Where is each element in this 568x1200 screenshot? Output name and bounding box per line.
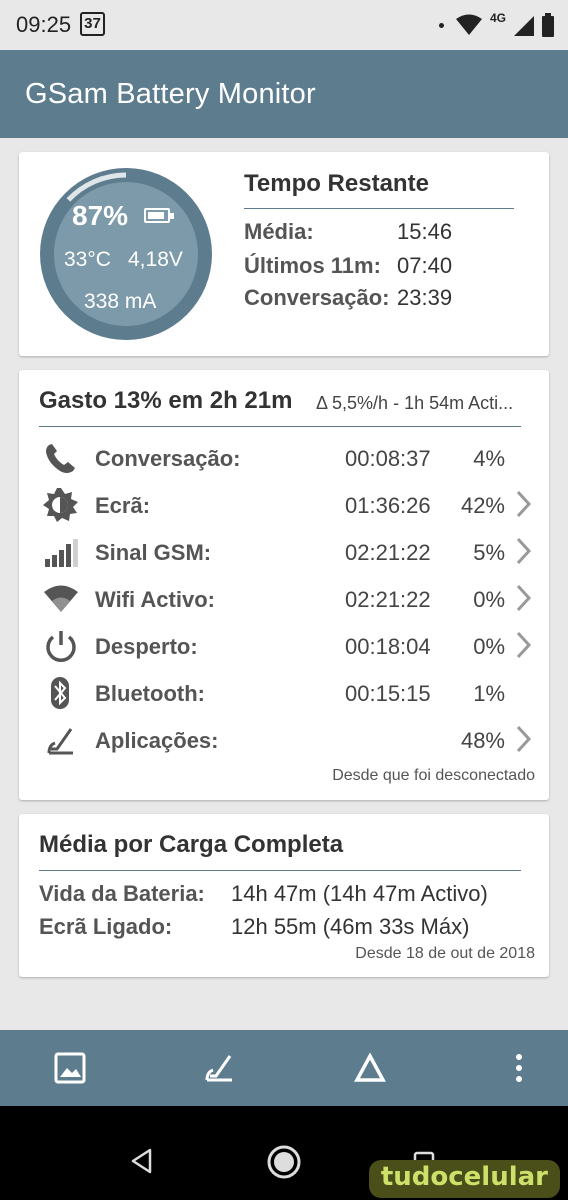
bottom-toolbar: [0, 1030, 568, 1106]
battery-current: 338 mA: [84, 290, 157, 313]
watermark-logo: tudocelular: [368, 1160, 560, 1198]
usage-time: 00:15:15: [345, 681, 431, 706]
signal-icon: [45, 539, 78, 567]
tempo-label: Últimos 11m:: [244, 253, 381, 278]
tempo-row: Últimos 11m: 07:40: [244, 253, 452, 279]
usage-label: Desperto:: [95, 634, 198, 659]
tempo-value: 15:46: [397, 219, 453, 244]
battery-temperature: 33°C: [64, 248, 111, 271]
app-bar: GSam Battery Monitor: [0, 50, 568, 138]
usage-percent: 1%: [473, 681, 505, 706]
tempo-label: Média:: [244, 219, 314, 244]
tempo-row: Média: 15:46: [244, 219, 452, 245]
usage-percent: 42%: [460, 493, 505, 518]
divider: [39, 426, 521, 427]
status-bar: 09:25 37 4G: [0, 0, 568, 50]
usage-row-desperto[interactable]: Desperto: 00:18:04 0%: [19, 622, 549, 669]
divider: [244, 208, 514, 209]
usage-time: 00:18:04: [345, 634, 431, 659]
usage-label: Bluetooth:: [95, 681, 205, 706]
usage-row-ecra[interactable]: Ecrã: 01:36:26 42%: [19, 481, 549, 528]
notification-dot-icon: [438, 22, 444, 28]
cell-signal-icon: [514, 16, 534, 36]
battery-summary-card[interactable]: 87% 33°C 4,18V 338 mA Tempo Restante Méd…: [19, 152, 549, 356]
usage-time: 00:08:37: [345, 446, 431, 471]
battery-icon: [144, 208, 174, 223]
media-carga-title: Média por Carga Completa: [39, 831, 344, 858]
usage-percent: 5%: [473, 540, 505, 565]
network-type: 4G: [489, 11, 506, 25]
chevron-right-icon[interactable]: [515, 536, 533, 566]
usage-row-conversacao[interactable]: Conversação: 00:08:37 4%: [19, 434, 549, 481]
system-nav-bar: tudocelular: [0, 1106, 568, 1200]
tempo-restante-title: Tempo Restante: [244, 170, 429, 197]
tempo-row: Conversação: 23:39: [244, 285, 452, 311]
phone-icon: [46, 444, 75, 473]
usage-percent: 0%: [473, 634, 505, 659]
gasto-rate: Δ 5,5%/h - 1h 54m Acti...: [316, 393, 514, 413]
usage-row-wifi[interactable]: Wifi Activo: 02:21:22 0%: [19, 575, 549, 622]
gauge-readout: 87% 33°C 4,18V 338 mA: [38, 166, 214, 342]
usage-label: Wifi Activo:: [95, 587, 215, 612]
brightness-icon: [43, 488, 78, 522]
status-time: 09:25: [16, 12, 72, 37]
usage-time: 02:21:22: [345, 540, 431, 565]
home-icon[interactable]: [266, 1144, 302, 1180]
usage-percent: 4%: [473, 446, 505, 471]
delta-icon[interactable]: [354, 1052, 386, 1084]
battery-percent: 87%: [72, 200, 129, 231]
media-row: Vida da Bateria: 14h 47m (14h 47m Activo…: [39, 881, 488, 907]
usage-footer: Desde que foi desconectado: [332, 767, 535, 784]
status-icons: 4G: [438, 11, 554, 38]
wifi-status-icon: [455, 14, 482, 35]
usage-label: Conversação:: [95, 446, 241, 471]
calendar-icon: 37: [80, 12, 105, 36]
chevron-right-icon[interactable]: [515, 630, 533, 660]
battery-voltage: 4,18V: [128, 248, 183, 271]
usage-row-aplicacoes[interactable]: Aplicações: 48%: [19, 716, 549, 763]
overflow-menu-icon[interactable]: [503, 1052, 535, 1084]
usage-label: Sinal GSM:: [95, 540, 212, 565]
tempo-value: 23:39: [397, 285, 453, 310]
usage-label: Ecrã:: [95, 493, 151, 518]
gasto-title: Gasto 13% em 2h 21m: [39, 387, 293, 414]
wifi-icon: [44, 585, 78, 612]
tempo-label: Conversação:: [244, 285, 390, 310]
usage-card: Gasto 13% em 2h 21m Δ 5,5%/h - 1h 54m Ac…: [19, 370, 549, 800]
usage-percent: 0%: [473, 587, 505, 612]
usage-row-bluetooth[interactable]: Bluetooth: 00:15:15 1%: [19, 669, 549, 716]
chevron-right-icon[interactable]: [515, 583, 533, 613]
average-charge-card: Média por Carga Completa Vida da Bateria…: [19, 814, 549, 977]
app-title: GSam Battery Monitor: [25, 78, 316, 110]
back-icon[interactable]: [130, 1148, 154, 1174]
media-label: Ecrã Ligado:: [39, 914, 173, 939]
usage-time: 01:36:26: [345, 493, 431, 518]
usage-row-sinal-gsm[interactable]: Sinal GSM: 02:21:22 5%: [19, 528, 549, 575]
chevron-right-icon[interactable]: [515, 489, 533, 519]
media-label: Vida da Bateria:: [39, 881, 205, 906]
gauge-icon[interactable]: [204, 1052, 236, 1084]
tempo-value: 07:40: [397, 253, 453, 278]
media-value: 12h 55m (46m 33s Máx): [231, 914, 470, 939]
usage-time: 02:21:22: [345, 587, 431, 612]
bluetooth-icon: [51, 677, 69, 709]
media-row: Ecrã Ligado: 12h 55m (46m 33s Máx): [39, 914, 469, 940]
image-icon[interactable]: [54, 1052, 86, 1084]
chevron-right-icon[interactable]: [515, 724, 533, 754]
battery-status-icon: [542, 13, 554, 37]
power-icon: [46, 631, 76, 662]
usage-percent: 48%: [460, 728, 505, 753]
media-value: 14h 47m (14h 47m Activo): [231, 881, 488, 906]
apps-gauge-icon: [47, 728, 73, 755]
divider: [39, 870, 521, 871]
usage-label: Aplicações:: [95, 728, 219, 753]
media-footer: Desde 18 de out de 2018: [355, 945, 535, 962]
